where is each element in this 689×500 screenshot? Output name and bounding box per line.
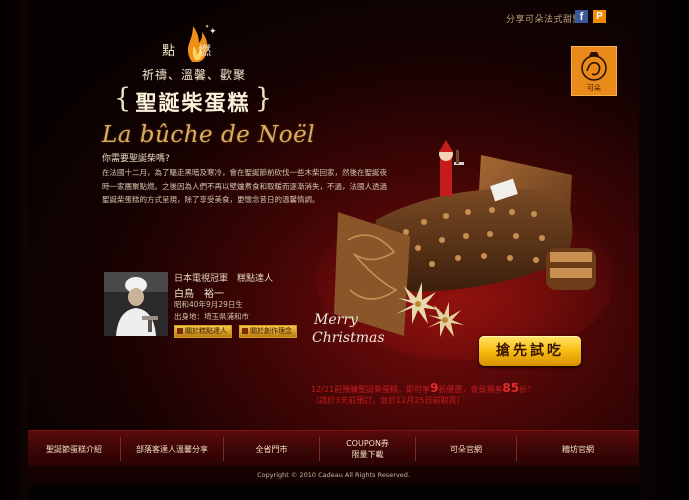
subheading: 祈禱、溫馨、歡聚 [142, 68, 247, 82]
script-title: La bûche de Noël [102, 122, 316, 148]
chef-name: 白鳥 裕一 [174, 289, 224, 300]
facebook-icon[interactable]: f [575, 10, 588, 23]
promo-line-1: 12/21前預購聖誕柴蛋糕，即可享9折優惠，會員獨享85折！ [311, 381, 535, 395]
yule-log-cake-image: Merry Christmas [312, 140, 611, 360]
promo-line-1-mid: 折優惠，會員獨享 [438, 385, 503, 394]
nav-item-stores[interactable]: 全省門市 [224, 431, 319, 467]
share-text: 分享可朵法式甜點 [506, 15, 583, 25]
intro-question: 你需要聖誕柴嗎? [102, 154, 170, 164]
footer: Copyright © 2010 Cadeau All Rights Reser… [28, 466, 639, 485]
try-now-button[interactable]: 搶先試吃 [479, 336, 581, 366]
chef-illustration [104, 272, 168, 336]
main-title: 聖誕柴蛋糕 [135, 90, 251, 115]
about-chef-button[interactable]: 關於糕點達人 [174, 325, 232, 338]
left-frame [0, 0, 28, 500]
about-concept-button[interactable]: 關於創作理念 [239, 325, 297, 338]
cadeau-logo-mark [581, 52, 607, 81]
bottom-nav: 聖誕節蛋糕介紹 部落客達人溫馨分享 全省門市 COUPON券 限量下載 可朵官網… [28, 430, 639, 467]
kai-right: 燃 [198, 44, 212, 59]
merry-text: Merry [313, 312, 359, 328]
promo-line-1-post: 折！ [519, 385, 536, 394]
plurk-icon[interactable]: P [593, 10, 606, 23]
left-bracket: { [114, 83, 132, 114]
nav-item-cake-intro[interactable]: 聖誕節蛋糕介紹 [28, 431, 120, 467]
svg-text:✦: ✦ [209, 27, 217, 37]
right-frame [639, 0, 689, 500]
chef-title: 日本電視冠軍 糕點達人 [174, 274, 274, 284]
nav-item-cadeau-site[interactable]: 可朵官網 [416, 431, 516, 467]
hero-stage: 分享可朵法式甜點 f P 可朵 ✦ ✦ 點 燃 祈禱、溫馨、歡聚 { 聖誕柴蛋糕… [28, 0, 639, 430]
nav-item-coupon[interactable]: COUPON券 限量下載 [320, 431, 415, 467]
promo-discount-2: 85 [502, 381, 520, 395]
chef-birth: 昭和40年9月29日生 [174, 300, 243, 309]
copyright-text: Copyright © 2010 Cadeau All Rights Reser… [257, 471, 410, 479]
christmas-text: Christmas [312, 330, 385, 346]
nav-item-brewery-site[interactable]: 糟坊官網 [517, 431, 639, 467]
page: 分享可朵法式甜點 f P 可朵 ✦ ✦ 點 燃 祈禱、溫馨、歡聚 { 聖誕柴蛋糕… [0, 0, 689, 500]
cadeau-logo-icon[interactable]: 可朵 [571, 46, 617, 96]
kai-left: 點 [162, 44, 176, 59]
nav-item-blogger-share[interactable]: 部落客達人溫馨分享 [121, 431, 223, 467]
promo-line-2: （請於3天前預訂，並於12月25日前取貨） [311, 396, 465, 405]
logo-caption: 可朵 [587, 84, 601, 92]
promo-line-1-pre: 12/21前預購聖誕柴蛋糕，即可享 [311, 385, 431, 394]
chef-birthplace: 出身地：埼玉県浦和市 [174, 312, 249, 321]
right-bracket: } [254, 83, 272, 114]
svg-text:✦: ✦ [205, 24, 209, 30]
chef-photo [104, 272, 168, 336]
page-title: { 聖誕柴蛋糕 } [114, 83, 272, 116]
